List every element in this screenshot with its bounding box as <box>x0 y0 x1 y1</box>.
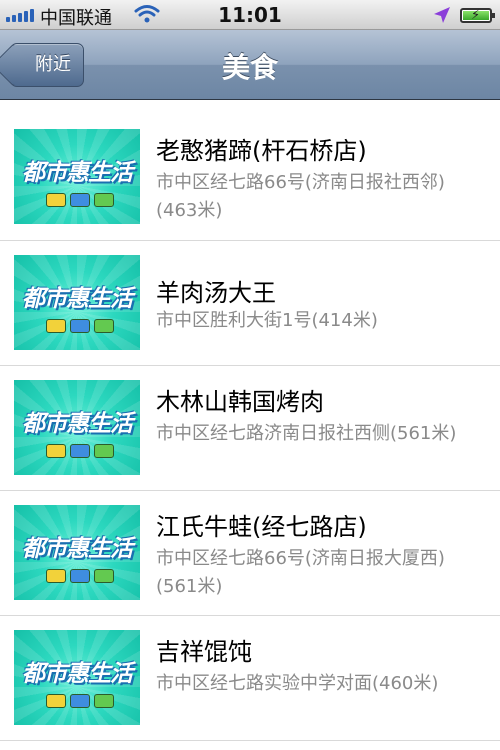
coins-icon <box>46 694 116 710</box>
restaurant-address: 市中区经七路实验中学对面(460米) <box>156 673 439 694</box>
restaurant-thumbnail: 都市惠生活 <box>14 380 140 475</box>
list-item[interactable]: 都市惠生活 木林山韩国烤肉 市中区经七路济南日报社西侧(561米) <box>0 366 500 491</box>
restaurant-name: 木林山韩国烤肉 <box>156 388 324 416</box>
back-button-label: 附近 <box>35 54 71 75</box>
restaurant-name: 羊肉汤大王 <box>156 279 276 307</box>
restaurant-thumbnail: 都市惠生活 <box>14 255 140 350</box>
restaurant-address: 市中区经七路66号(济南日报大厦西)(561米) <box>156 548 445 597</box>
location-arrow-icon <box>434 7 450 23</box>
restaurant-address: 市中区胜利大街1号(414米) <box>156 310 378 331</box>
status-bar: 中国联通 11:01 ⚡ <box>0 0 500 30</box>
navigation-bar: 附近 美食 <box>0 30 500 100</box>
restaurant-thumbnail: 都市惠生活 <box>14 630 140 725</box>
restaurant-thumbnail: 都市惠生活 <box>14 129 140 224</box>
page-title: 美食 <box>221 51 278 84</box>
battery-icon: ⚡ <box>460 8 495 23</box>
restaurant-address: 市中区经七路济南日报社西侧(561米) <box>156 423 457 444</box>
coins-icon <box>46 319 116 335</box>
list-item[interactable]: 都市惠生活 老憨猪蹄(杆石桥店) 市中区经七路66号(济南日报社西邻)(463米… <box>0 101 500 241</box>
coins-icon <box>46 193 116 209</box>
thumbnail-logo-text: 都市惠生活 <box>22 536 133 562</box>
thumbnail-logo-text: 都市惠生活 <box>22 286 133 312</box>
list-item[interactable]: 都市惠生活 江氏牛蛙(经七路店) 市中区经七路66号(济南日报大厦西)(561米… <box>0 491 500 616</box>
thumbnail-logo-text: 都市惠生活 <box>22 160 133 186</box>
restaurant-name: 江氏牛蛙(经七路店) <box>156 513 367 541</box>
coins-icon <box>46 569 116 585</box>
restaurant-name: 老憨猪蹄(杆石桥店) <box>156 137 367 165</box>
coins-icon <box>46 444 116 460</box>
restaurant-list: 都市惠生活 老憨猪蹄(杆石桥店) 市中区经七路66号(济南日报社西邻)(463米… <box>0 101 500 750</box>
list-item[interactable]: 都市惠生活 吉祥馄饨 市中区经七路实验中学对面(460米) <box>0 616 500 741</box>
thumbnail-logo-text: 都市惠生活 <box>22 411 133 437</box>
list-item[interactable]: 都市惠生活 羊肉汤大王 市中区胜利大街1号(414米) <box>0 241 500 366</box>
thumbnail-logo-text: 都市惠生活 <box>22 661 133 687</box>
restaurant-thumbnail: 都市惠生活 <box>14 505 140 600</box>
restaurant-name: 吉祥馄饨 <box>156 638 252 666</box>
status-time: 11:01 <box>218 3 282 27</box>
restaurant-address: 市中区经七路66号(济南日报社西邻)(463米) <box>156 172 445 221</box>
